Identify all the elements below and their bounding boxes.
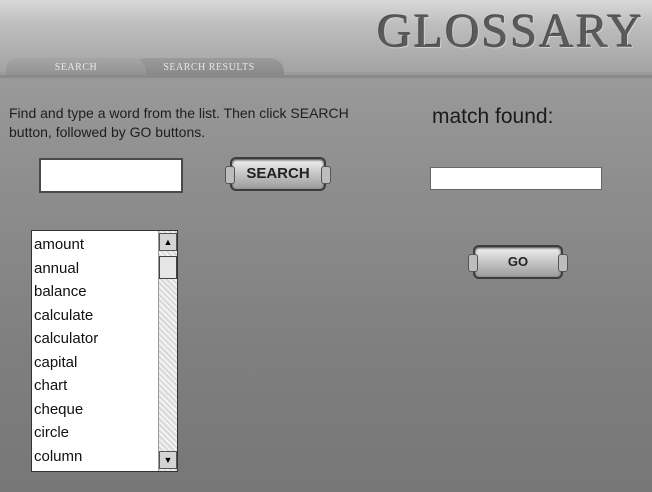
list-item[interactable]: calculator	[32, 327, 158, 351]
match-found-field	[430, 167, 602, 190]
list-scrollbar[interactable]: ▲ ▼	[158, 231, 177, 471]
page-title: GLOSSARY	[377, 5, 644, 58]
list-item[interactable]: column	[32, 445, 158, 469]
list-item[interactable]: cheque	[32, 398, 158, 422]
instructions-text: Find and type a word from the list. Then…	[9, 105, 349, 140]
list-item[interactable]: annual	[32, 257, 158, 281]
scroll-up-icon[interactable]: ▲	[159, 233, 177, 251]
word-list: amount annual balance calculate calculat…	[32, 233, 158, 468]
list-item[interactable]: balance	[32, 280, 158, 304]
match-found-label: match found:	[432, 105, 554, 128]
list-item[interactable]: circle	[32, 421, 158, 445]
list-item[interactable]: calculate	[32, 304, 158, 328]
search-input[interactable]	[39, 158, 183, 193]
list-item[interactable]: amount	[32, 233, 158, 257]
list-item[interactable]: chart	[32, 374, 158, 398]
word-listbox[interactable]: amount annual balance calculate calculat…	[31, 230, 178, 472]
scrollbar-thumb[interactable]	[159, 256, 177, 279]
list-item[interactable]: capital	[32, 351, 158, 375]
tab-divider	[0, 75, 652, 78]
search-button[interactable]: SEARCH	[225, 157, 331, 191]
scroll-down-icon[interactable]: ▼	[159, 451, 177, 469]
go-button[interactable]: GO	[468, 245, 568, 279]
